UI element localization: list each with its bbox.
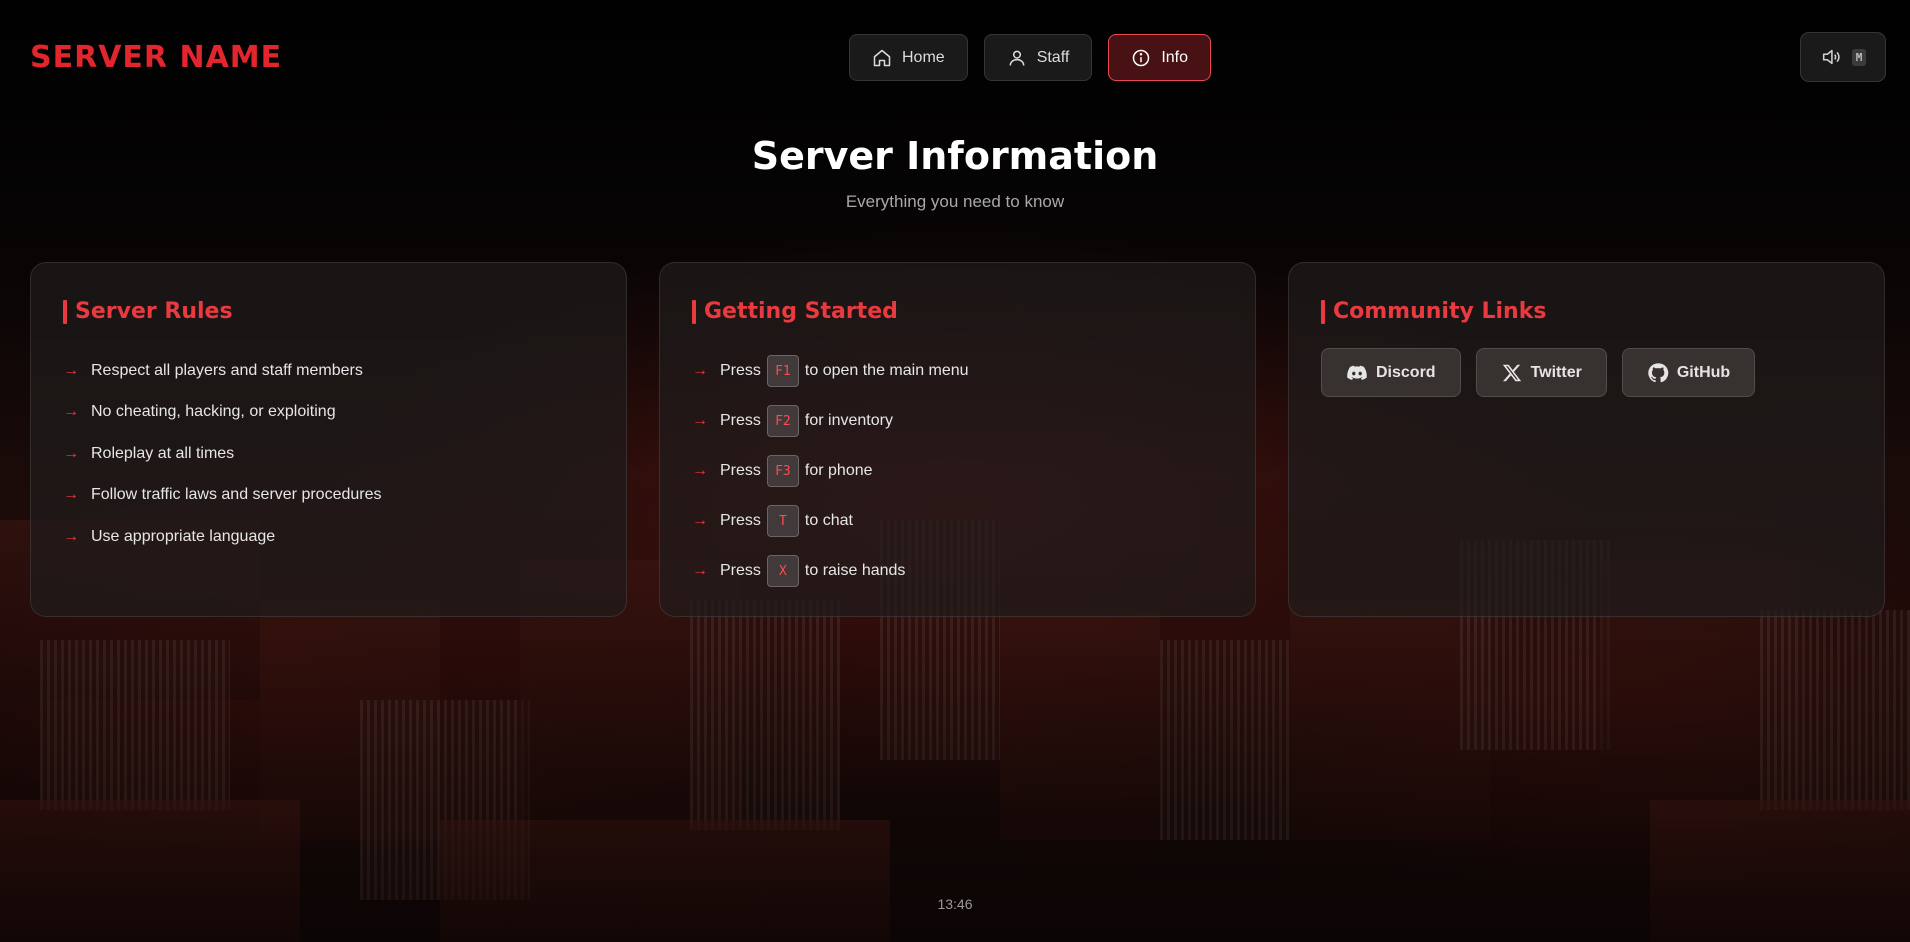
step-prefix: Press bbox=[720, 412, 761, 429]
nav-staff-label: Staff bbox=[1036, 48, 1070, 66]
step-prefix: Press bbox=[720, 512, 761, 529]
server-rules-title-text: Server Rules bbox=[75, 299, 233, 324]
nav-info-button[interactable]: Info bbox=[1108, 34, 1211, 81]
x-twitter-icon bbox=[1502, 364, 1521, 381]
title-accent-bar bbox=[1321, 299, 1325, 324]
user-icon bbox=[1009, 50, 1025, 66]
step-prefix: Press bbox=[720, 362, 761, 379]
server-rules-card: Server Rules → Respect all players and st… bbox=[30, 262, 627, 617]
list-item: → Press Tto chat bbox=[692, 496, 1223, 546]
rule-text: Roleplay at all times bbox=[91, 444, 235, 462]
arrow-right-icon: → bbox=[692, 412, 708, 429]
rule-text: Respect all players and staff members bbox=[91, 361, 363, 379]
nav-staff-button[interactable]: Staff bbox=[983, 34, 1093, 81]
github-icon bbox=[1648, 362, 1669, 382]
discord-link-button[interactable]: Discord bbox=[1321, 348, 1461, 397]
rule-text: No cheating, hacking, or exploiting bbox=[91, 403, 336, 421]
twitter-link-label: Twitter bbox=[1530, 363, 1582, 381]
keycap: F3 bbox=[766, 455, 799, 487]
keycap: T bbox=[766, 505, 799, 537]
steps-list: → Press F1 to open the main menu → Press F2 fo… bbox=[692, 346, 1223, 596]
arrow-right-icon: → bbox=[692, 512, 708, 529]
twitter-link-button[interactable]: Twitter bbox=[1475, 348, 1607, 397]
arrow-right-icon: → bbox=[63, 403, 79, 421]
rule-text: Use appropriate language bbox=[91, 527, 276, 545]
arrow-right-icon: → bbox=[63, 361, 79, 379]
arrow-right-icon: → bbox=[692, 362, 708, 379]
keycap: F2 bbox=[766, 405, 799, 437]
list-item: → Press F2 for inventory bbox=[692, 396, 1223, 446]
list-item: → Respect all players and staff members bbox=[63, 350, 594, 392]
community-links-title-text: Community Links bbox=[1333, 299, 1547, 324]
title-accent-bar bbox=[692, 299, 696, 324]
keycap: X bbox=[766, 555, 799, 587]
step-text: to chat bbox=[804, 512, 853, 529]
list-item: → Follow traffic laws and server procedur… bbox=[63, 475, 594, 517]
info-icon bbox=[1133, 49, 1150, 66]
nav-home-button[interactable]: Home bbox=[849, 34, 968, 81]
step-prefix: Press bbox=[720, 462, 761, 479]
main-nav: Home Staff Info bbox=[849, 34, 1211, 81]
github-link-button[interactable]: GitHub bbox=[1621, 348, 1756, 397]
rule-text: Follow traffic laws and server procedure… bbox=[91, 486, 382, 504]
speaker-icon bbox=[1822, 49, 1840, 65]
server-name-logo: SERVER NAME bbox=[30, 40, 283, 75]
page-subtitle: Everything you need to know bbox=[845, 192, 1065, 211]
step-text: for inventory bbox=[804, 412, 893, 429]
community-links-card: Community Links Discord Twitter GitHub bbox=[1288, 262, 1885, 617]
discord-icon bbox=[1347, 365, 1367, 380]
step-text: to open the main menu bbox=[804, 362, 969, 379]
getting-started-title: Getting Started bbox=[692, 299, 1223, 324]
nav-home-label: Home bbox=[902, 48, 945, 66]
list-item: → Roleplay at all times bbox=[63, 433, 594, 475]
list-item: → Use appropriate language bbox=[63, 516, 594, 558]
page-heading: Server Information Everything you need t… bbox=[0, 134, 1910, 212]
getting-started-title-text: Getting Started bbox=[704, 299, 898, 324]
list-item: → Press F3 for phone bbox=[692, 446, 1223, 496]
arrow-right-icon: → bbox=[63, 486, 79, 504]
list-item: → Press Xto raise hands bbox=[692, 546, 1223, 596]
arrow-right-icon: → bbox=[63, 444, 79, 462]
info-cards: Server Rules → Respect all players and st… bbox=[30, 262, 1885, 617]
discord-link-label: Discord bbox=[1376, 363, 1436, 381]
step-text: for phone bbox=[804, 462, 873, 479]
list-item: → No cheating, hacking, or exploiting bbox=[63, 392, 594, 434]
keycap: F1 bbox=[766, 355, 799, 387]
rules-list: → Respect all players and staff members →… bbox=[63, 350, 594, 558]
arrow-right-icon: → bbox=[692, 462, 708, 479]
community-links: Discord Twitter GitHub bbox=[1321, 348, 1852, 397]
sound-shortcut-key: M bbox=[1851, 48, 1867, 66]
clock-time: 13:46 bbox=[937, 896, 973, 912]
arrow-right-icon: → bbox=[63, 527, 79, 545]
top-bar: SERVER NAME Home Staff Info M bbox=[0, 0, 1910, 115]
step-text: to raise hands bbox=[804, 562, 906, 579]
title-accent-bar bbox=[63, 299, 67, 324]
arrow-right-icon: → bbox=[692, 562, 708, 579]
home-icon bbox=[873, 49, 891, 66]
community-links-title: Community Links bbox=[1321, 299, 1852, 324]
step-prefix: Press bbox=[720, 562, 761, 579]
page-title: Server Information bbox=[751, 134, 1159, 178]
getting-started-card: Getting Started → Press F1 to open the main… bbox=[659, 262, 1256, 617]
nav-info-label: Info bbox=[1161, 48, 1188, 66]
list-item: → Press F1 to open the main menu bbox=[692, 346, 1223, 396]
sound-toggle-button[interactable]: M bbox=[1800, 32, 1886, 82]
server-rules-title: Server Rules bbox=[63, 299, 594, 324]
github-link-label: GitHub bbox=[1676, 363, 1731, 381]
